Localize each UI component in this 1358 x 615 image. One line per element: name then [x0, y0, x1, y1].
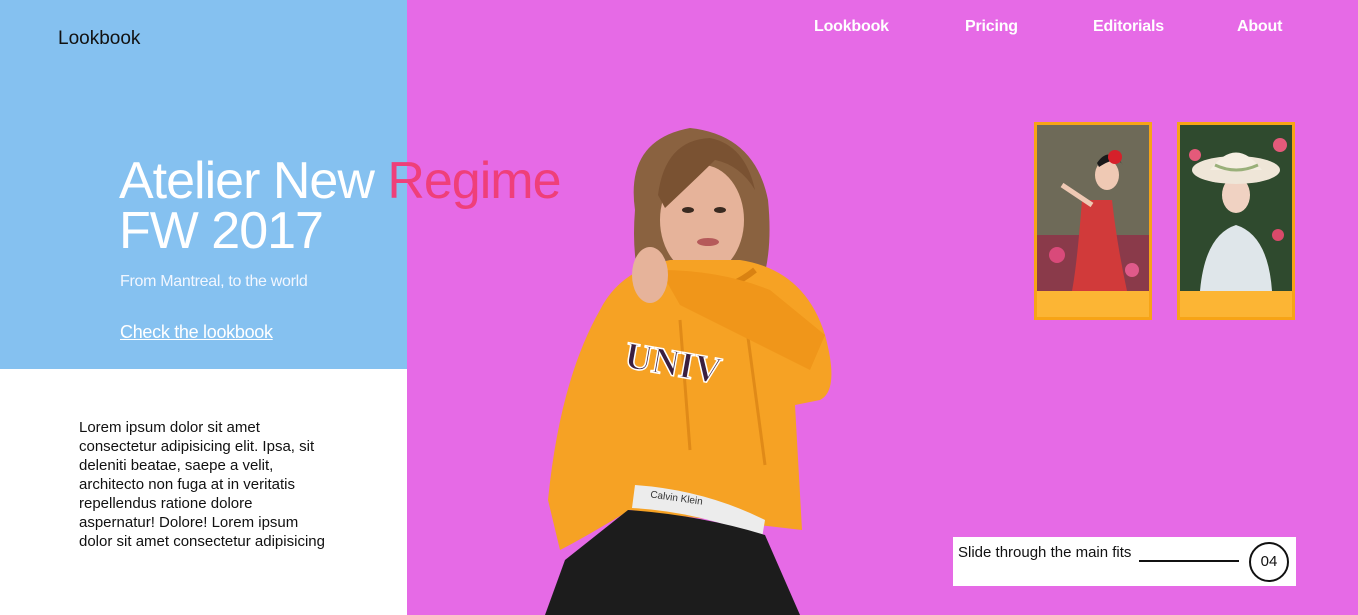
intro-text: Lorem ipsum dolor sit amet consectetur a… — [79, 419, 325, 550]
slide-number[interactable]: 04 — [1249, 542, 1289, 582]
slider-label: Slide through the main fits — [958, 544, 1132, 561]
model-image: UNIV Calvin Klein — [545, 128, 832, 615]
fit-thumbnail[interactable] — [1177, 122, 1295, 320]
nav-lookbook[interactable]: Lookbook — [814, 18, 889, 36]
hero-title-accent: Regime — [387, 152, 561, 210]
hero-subtitle: From Mantreal, to the world — [120, 273, 308, 290]
hero-title: Atelier New Regime FW 2017 — [119, 155, 562, 257]
nav-about[interactable]: About — [1237, 18, 1282, 36]
fit-thumbnail[interactable] — [1034, 122, 1152, 320]
nav-editorials[interactable]: Editorials — [1093, 18, 1164, 36]
lookbook-link[interactable]: Check the lookbook — [120, 322, 273, 343]
slider-control[interactable]: Slide through the main fits 04 — [953, 537, 1296, 586]
fit-photo — [1037, 125, 1149, 291]
brand-logo[interactable]: Lookbook — [58, 28, 140, 50]
slider-track[interactable] — [1139, 560, 1239, 562]
nav-pricing[interactable]: Pricing — [965, 18, 1018, 36]
hero-title-line2: FW 2017 — [119, 202, 324, 260]
fit-photo — [1180, 125, 1292, 291]
